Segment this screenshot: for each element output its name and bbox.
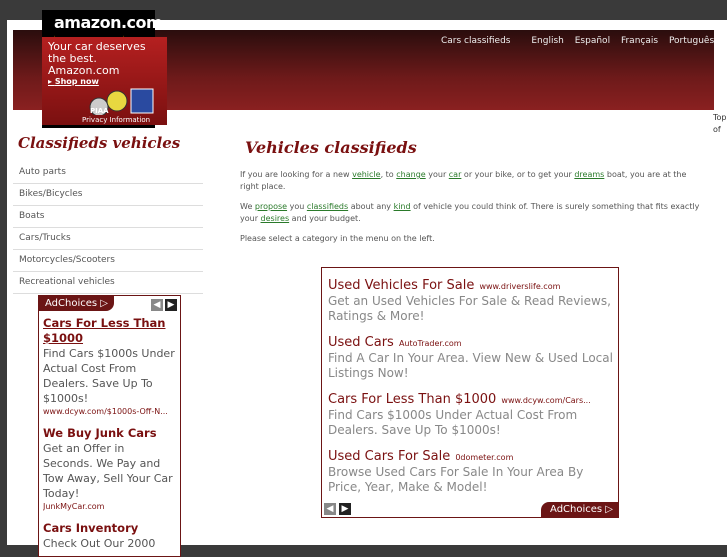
adchoices-button[interactable]: AdChoices ▷	[541, 502, 618, 517]
side-ad-desc: Get an Offer in Seconds. We Pay and Tow …	[43, 442, 173, 500]
sidebar-ad-block: AdChoices ▷ ◀ ▶ Cars For Less Than $1000…	[38, 295, 181, 557]
main-ad-desc: Find Cars $1000s Under Actual Cost From …	[328, 408, 578, 437]
side-ad-desc: Find Cars $1000s Under Actual Cost From …	[43, 347, 175, 405]
main-ad-url[interactable]: AutoTrader.com	[399, 339, 462, 348]
main-ad-nav: ◀ ▶	[324, 503, 351, 515]
side-ad-item[interactable]: Cars For Less Than $1000 Find Cars $1000…	[43, 316, 177, 416]
sidebar-title: Classifieds vehicles	[18, 134, 181, 152]
nav-francais[interactable]: Français	[621, 36, 658, 46]
product-label: PIAA	[90, 107, 109, 115]
sidebar-item-boats[interactable]: Boats	[13, 206, 203, 228]
ad-banner-text: Your car deserves the best. Amazon.com	[48, 40, 146, 77]
main-ad-item[interactable]: Used Vehicles For Sale www.driverslife.c…	[328, 274, 614, 324]
side-ad-title[interactable]: Cars Inventory	[43, 521, 177, 536]
main-ad-url[interactable]: www.driverslife.com	[479, 282, 560, 291]
main-ad-desc: Browse Used Cars For Sale In Your Area B…	[328, 465, 584, 494]
main-ad-title[interactable]: Used Cars	[328, 335, 394, 350]
main-ad-title[interactable]: Cars For Less Than $1000	[328, 392, 496, 407]
main-ad-url[interactable]: 0dometer.com	[455, 453, 513, 462]
sidebar: Classifieds vehicles Auto parts Bikes/Bi…	[13, 128, 203, 294]
keyword-link[interactable]: kind	[394, 202, 411, 211]
side-ad-url[interactable]: JunkMyCar.com	[43, 502, 177, 511]
sidebar-item-recreational[interactable]: Recreational vehicles	[13, 272, 203, 294]
side-ad-url[interactable]: www.dcyw.com/$1000s-Off-N...	[43, 407, 177, 416]
instruction-text: Please select a category in the menu on …	[240, 234, 435, 243]
privacy-link[interactable]: Privacy Information	[82, 116, 150, 124]
side-ad-item[interactable]: We Buy Junk Cars Get an Offer in Seconds…	[43, 426, 177, 511]
main-ad-item[interactable]: Cars For Less Than $1000 www.dcyw.com/Ca…	[328, 388, 614, 438]
prev-arrow-icon[interactable]: ◀	[324, 503, 336, 515]
main-ad-title[interactable]: Used Vehicles For Sale	[328, 278, 474, 293]
keyword-link[interactable]: dreams	[574, 170, 604, 179]
side-ad-title[interactable]: Cars For Less Than $1000	[43, 316, 177, 346]
nav-english[interactable]: English	[531, 36, 564, 46]
main-ad-item[interactable]: Used Cars For Sale 0dometer.com Browse U…	[328, 445, 614, 495]
ad-nav: ◀ ▶	[151, 299, 177, 311]
prev-arrow-icon[interactable]: ◀	[151, 299, 163, 311]
main-ad-title[interactable]: Used Cars For Sale	[328, 449, 450, 464]
nav-espanol[interactable]: Español	[575, 36, 610, 46]
amazon-ad-banner[interactable]: Your car deserves the best. Amazon.com ▸…	[42, 37, 167, 125]
keyword-link[interactable]: classifieds	[307, 202, 348, 211]
keyword-link[interactable]: desires	[261, 214, 290, 223]
main-ad-url[interactable]: www.dcyw.com/Cars...	[501, 396, 590, 405]
next-arrow-icon[interactable]: ▶	[165, 299, 177, 311]
main-ad-block: Used Vehicles For Sale www.driverslife.c…	[321, 267, 619, 518]
main-ad-desc: Find A Car In Your Area. View New & Used…	[328, 351, 613, 380]
wiper-product-icon: PIAA	[89, 88, 154, 115]
keyword-link[interactable]: car	[449, 170, 462, 179]
nav-portugues[interactable]: Português	[669, 36, 714, 46]
sidebar-item-motorcycles[interactable]: Motorcycles/Scooters	[13, 250, 203, 272]
top-nav: Cars classifieds English Español Françai…	[441, 36, 722, 46]
top-of-page-link[interactable]: Top of	[713, 112, 727, 136]
keyword-link[interactable]: vehicle	[352, 170, 381, 179]
main-content: Vehicles classifieds If you are looking …	[240, 136, 705, 253]
side-ad-desc: Check Out Our 2000	[43, 537, 156, 550]
adchoices-button[interactable]: AdChoices ▷	[39, 296, 114, 311]
next-arrow-icon[interactable]: ▶	[339, 503, 351, 515]
page-title: Vehicles classifieds	[245, 138, 417, 157]
sidebar-item-cars-trucks[interactable]: Cars/Trucks	[13, 228, 203, 250]
main-ad-item[interactable]: Used Cars AutoTrader.com Find A Car In Y…	[328, 331, 614, 381]
main-ad-desc: Get an Used Vehicles For Sale & Read Rev…	[328, 294, 611, 323]
shop-now-link[interactable]: ▸ Shop now	[48, 77, 99, 86]
nav-cars-classifieds[interactable]: Cars classifieds	[441, 36, 511, 46]
side-ad-title[interactable]: We Buy Junk Cars	[43, 426, 177, 441]
intro-paragraph: If you are looking for a new vehicle, to…	[240, 170, 687, 191]
amazon-logo[interactable]: amazon.com	[54, 13, 163, 32]
propose-paragraph: We propose you classifieds about any kin…	[240, 202, 700, 223]
keyword-link[interactable]: propose	[255, 202, 287, 211]
side-ad-item[interactable]: Cars Inventory Check Out Our 2000	[43, 521, 177, 551]
keyword-link[interactable]: change	[396, 170, 425, 179]
sidebar-item-bikes[interactable]: Bikes/Bicycles	[13, 184, 203, 206]
sidebar-item-auto-parts[interactable]: Auto parts	[13, 162, 203, 184]
